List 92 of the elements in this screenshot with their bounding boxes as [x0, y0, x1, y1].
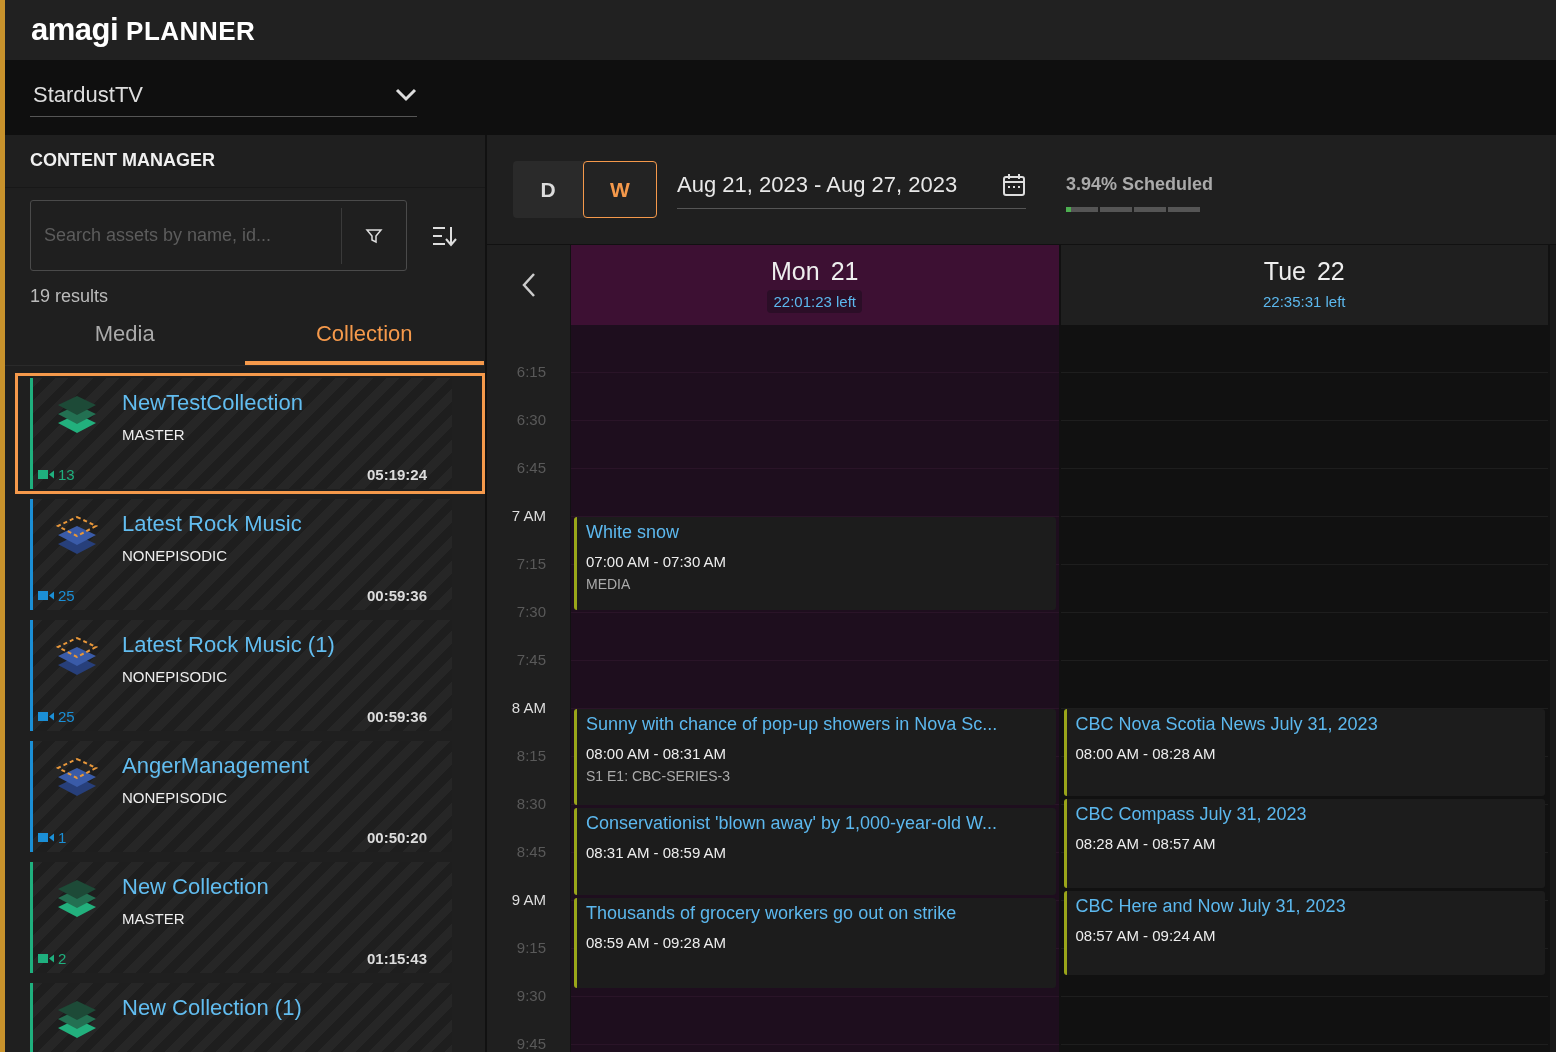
panel-title: CONTENT MANAGER [5, 135, 485, 188]
search-field[interactable]: Search assets by name, id... [31, 200, 341, 271]
event-subtitle: MEDIA [586, 576, 632, 592]
item-count: 13 [58, 466, 75, 483]
time-label: 6:45 [516, 459, 546, 478]
event-title: CBC Compass July 31, 2023 [1075, 803, 1308, 825]
collection-type: MASTER [122, 909, 186, 927]
collection-duration: 01:15:43 [366, 950, 427, 967]
collection-duration: 00:59:36 [366, 587, 427, 604]
event-title: Thousands of grocery workers go out on strike [586, 902, 958, 924]
video-camera-icon [38, 469, 54, 480]
collection-type: NONEPISODIC [122, 788, 228, 806]
time-label: 9:15 [516, 939, 546, 958]
event-time: 08:31 AM - 08:59 AM [586, 844, 728, 862]
video-camera-icon [38, 711, 54, 722]
schedule-event[interactable]: CBC Nova Scotia News July 31, 2023 08:00 AM - 08:28 AM [1063, 709, 1545, 796]
view-toggle[interactable]: W [583, 161, 657, 218]
calendar-icon[interactable] [1002, 173, 1026, 197]
time-label: 9:45 [516, 1035, 546, 1052]
video-camera-icon [38, 590, 54, 601]
collection-title: NewTestCollection [122, 390, 304, 416]
day-name: Mon 21 [771, 257, 859, 286]
collection-title: Latest Rock Music [122, 511, 303, 537]
results-count: 19 results [29, 285, 110, 308]
video-camera-icon [38, 832, 54, 843]
collection-type: NONEPISODIC [122, 546, 228, 564]
time-label: 7:45 [516, 651, 546, 670]
event-time: 07:00 AM - 07:30 AM [586, 553, 728, 570]
time-label: 8:45 [516, 843, 546, 862]
date-range-field[interactable]: Aug 21, 2023 - Aug 27, 2023 [677, 172, 1026, 209]
collection-title: AngerManagement [122, 753, 311, 779]
layers-icon [56, 878, 98, 918]
day-name: Tue 22 [1263, 257, 1345, 286]
time-label: 8 AM [511, 699, 546, 718]
app-logo: amagi PLANNER [31, 12, 256, 48]
event-time: 08:28 AM - 08:57 AM [1075, 834, 1217, 852]
collection-title: New Collection (1) [122, 995, 303, 1022]
time-label: 7:15 [516, 555, 546, 574]
event-title: Sunny with chance of pop-up showers in Nova Sc... [586, 714, 999, 735]
collection-title: Latest Rock Music (1) [122, 632, 336, 658]
collection-duration: 00:59:36 [366, 708, 427, 725]
day-header[interactable]: Mon 21 22:01:23 left [571, 245, 1061, 325]
schedule-event[interactable]: CBC Here and Now July 31, 2023 08:57 AM - 09:24 AM [1063, 891, 1545, 975]
event-title: Conservationist 'blown away' by 1,000-year-old W... [586, 813, 999, 835]
event-time: 08:00 AM - 08:31 AM [586, 745, 728, 762]
time-label: 6:30 [516, 411, 546, 430]
collection-card[interactable]: NewTestCollection MASTER 13 05:19:24 [15, 373, 485, 494]
schedule-event[interactable]: Sunny with chance of pop-up showers in Nova Sc... 08:00 AM - 08:31 AM S1 E1: CBC-SERIES-3 [574, 709, 1056, 806]
collection-type: MASTER [122, 425, 186, 443]
collection-title: New Collection [122, 874, 270, 900]
schedule-event[interactable]: CBC Compass July 31, 2023 08:28 AM - 08:57 AM [1063, 798, 1545, 889]
time-label: 7:30 [516, 603, 546, 622]
tab[interactable]: Media [5, 315, 245, 365]
event-title: CBC Nova Scotia News July 31, 2023 [1075, 714, 1379, 735]
event-subtitle: S1 E1: CBC-SERIES-3 [586, 768, 731, 784]
event-title: White snow [586, 522, 681, 543]
layers-icon [56, 636, 98, 676]
event-time: 08:00 AM - 08:28 AM [1075, 745, 1217, 762]
collection-type: NONEPISODIC [122, 667, 228, 685]
schedule-event[interactable]: Conservationist 'blown away' by 1,000-year-old W... 08:31 AM - 08:59 AM [574, 808, 1056, 895]
layers-icon [56, 394, 98, 434]
time-remaining: 22:01:23 left [767, 290, 863, 313]
event-title: CBC Here and Now July 31, 2023 [1075, 896, 1347, 918]
item-count: 2 [58, 950, 67, 967]
time-label: 8:15 [516, 747, 546, 766]
item-count: 1 [58, 829, 67, 846]
item-count: 25 [58, 587, 75, 604]
channel-select[interactable]: StardustTV [30, 78, 417, 117]
layers-icon [56, 999, 98, 1039]
layers-icon [56, 515, 98, 555]
time-label: 9:30 [516, 987, 546, 1006]
view-toggle[interactable]: D [513, 161, 583, 218]
chevron-left-icon[interactable] [520, 272, 537, 298]
search-box[interactable]: Search assets by name, id... [30, 200, 407, 271]
collection-duration: 05:19:24 [366, 466, 427, 483]
video-camera-icon [38, 953, 54, 964]
schedule-event[interactable]: White snow 07:00 AM - 07:30 AM MEDIA [574, 517, 1056, 610]
sort-icon[interactable] [431, 224, 457, 247]
filter-icon [365, 226, 383, 245]
time-label: 6:15 [516, 363, 546, 382]
schedule-event[interactable]: Thousands of grocery workers go out on strike 08:59 AM - 09:28 AM [574, 897, 1056, 988]
collection-duration: 00:50:20 [366, 829, 427, 846]
scheduled-label: 3.94% Scheduled [1066, 173, 1214, 195]
time-label: 7 AM [511, 507, 546, 526]
time-remaining: 22:35:31 left [1261, 292, 1347, 312]
layers-icon [56, 757, 98, 797]
item-count: 25 [58, 708, 75, 725]
chevron-down-icon [395, 88, 417, 102]
time-label: 8:30 [516, 795, 546, 814]
time-label: 9 AM [511, 891, 546, 910]
event-time: 08:57 AM - 09:24 AM [1075, 927, 1217, 945]
event-time: 08:59 AM - 09:28 AM [586, 933, 728, 951]
